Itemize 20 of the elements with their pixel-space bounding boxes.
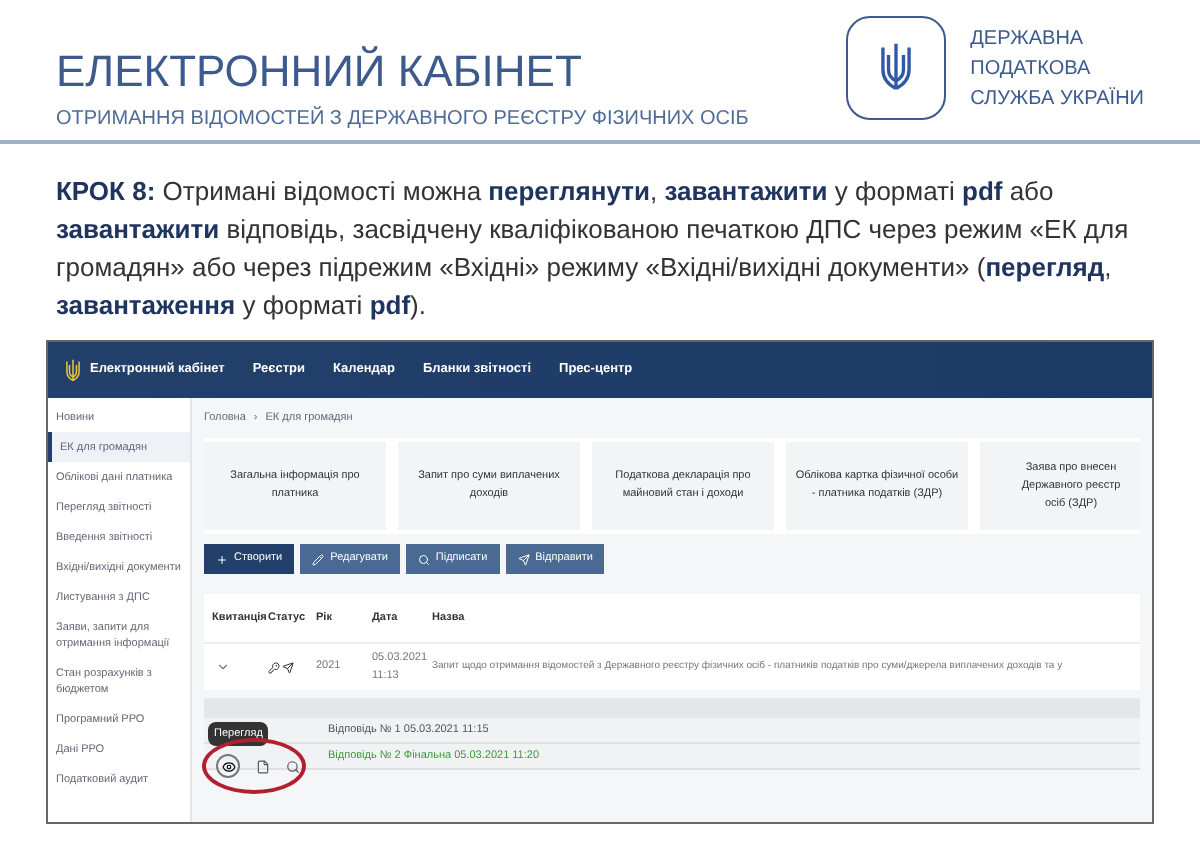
eye-icon	[221, 759, 235, 773]
view-button[interactable]	[216, 754, 240, 778]
paper-plane-icon	[282, 661, 294, 673]
slide-title: ЕЛЕКТРОННИЙ КАБІНЕТ	[56, 48, 584, 96]
send-icon	[517, 553, 530, 565]
trident-icon	[876, 40, 917, 96]
trident-icon	[64, 357, 82, 383]
expand-chevron-icon[interactable]	[216, 660, 230, 674]
key-icon	[268, 661, 280, 673]
edit-icon	[312, 553, 325, 565]
org-name-line: ДЕРЖАВНА	[970, 25, 1086, 53]
step-paragraph: КРОК 8: Отримані відомості можна переглянути, завантажити у форматі pdf або завантажити відповідь, засвідчену кваліфікованою печаткою ДПС через режим «ЕК для громадян» або через підрежим «Вхідні» режиму «Вхідні/вихідні документи» (перегляд, завантаження у форматі pdf).	[56, 174, 1131, 324]
org-name-line: СЛУЖБА УКРАЇНИ	[970, 85, 1144, 113]
create-icon	[216, 553, 228, 565]
slide-subtitle: ОТРИМАННЯ ВІДОМОСТЕЙ З ДЕРЖАВНОГО РЕЄСТРУ ФІЗИЧНИХ ОСІБ	[56, 104, 749, 134]
highlight-ellipse	[202, 738, 306, 794]
file-icon[interactable]	[256, 759, 270, 773]
org-name-line: ПОДАТКОВА	[970, 55, 1093, 83]
sign-icon	[417, 553, 430, 565]
search-icon[interactable]	[286, 759, 300, 773]
